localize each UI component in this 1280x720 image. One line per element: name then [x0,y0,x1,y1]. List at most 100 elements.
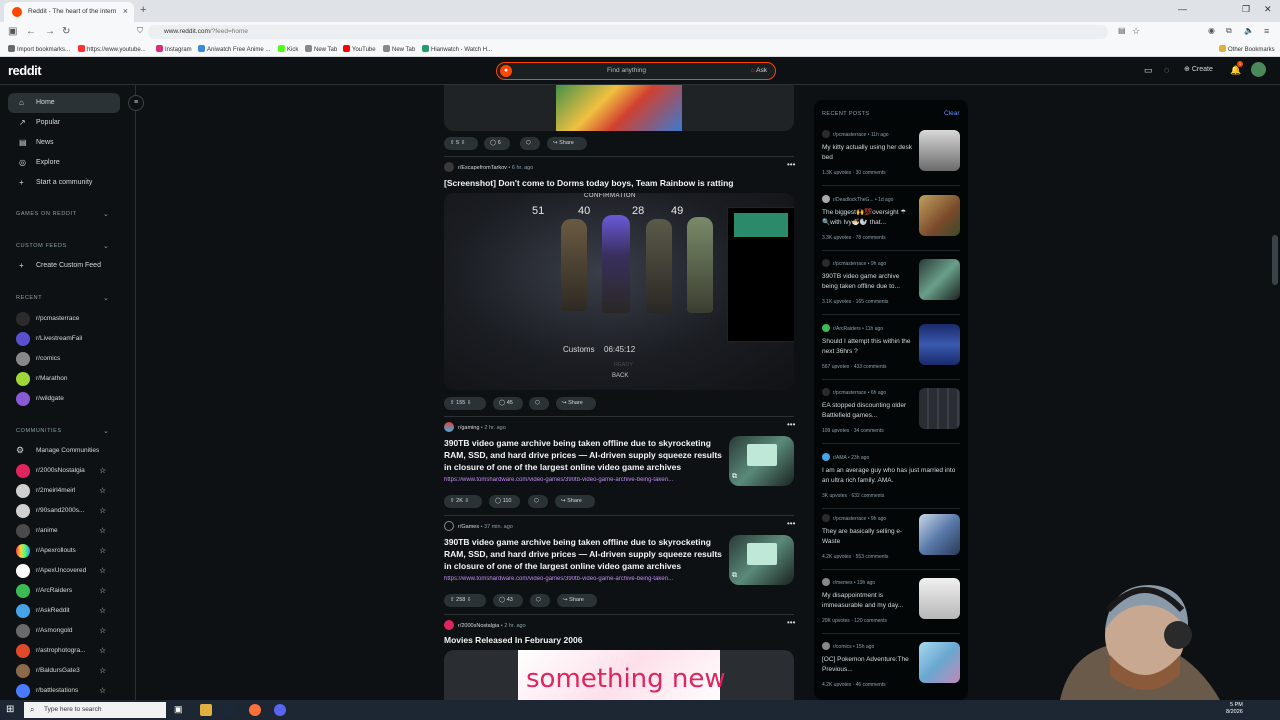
bookmark-star-icon[interactable]: ☆ [1132,26,1140,37]
sidebar-item-start-community[interactable]: + Start a community [8,173,120,193]
community-item[interactable]: r/BaldursGate3 ☆ [16,662,116,680]
user-avatar[interactable] [1251,62,1266,77]
recent-post-item[interactable]: r/pcmasterrace • 6h ago EA stopped disco… [814,386,968,450]
community-item[interactable]: r/ApexUncovered ☆ [16,562,116,580]
link-thumbnail[interactable]: ⧉ [729,436,794,486]
upvote-icon[interactable]: ⇧ [450,140,455,146]
star-icon[interactable]: ☆ [99,546,106,555]
recent-post-item[interactable]: r/AMA • 23h ago I am an average guy who … [814,451,968,515]
star-icon[interactable]: ☆ [99,586,106,595]
browser-tab[interactable]: Reddit - The heart of the intern × [4,2,134,22]
community-item[interactable]: r/astrophotogra... ☆ [16,642,116,660]
link-thumbnail[interactable]: ⧉ [729,535,794,585]
post-image[interactable]: something new [444,650,794,700]
sidebar-item-news[interactable]: ▤ News [8,133,120,153]
close-window-icon[interactable]: ✕ [1264,4,1272,15]
recent-post-item[interactable]: r/pcmasterrace • 9h ago They are basical… [814,512,968,576]
recent-post-item[interactable]: r/pcmasterrace • 9h ago 390TB video game… [814,257,968,321]
url-input[interactable]: www.reddit.com/?feed=home [148,25,1108,39]
recent-subreddit[interactable]: r/Marathon [16,370,116,388]
bookmark-item[interactable]: New Tab [383,45,415,53]
vote-buttons[interactable]: ⇧ 258 ⇩ [444,594,486,607]
windows-start-icon[interactable]: ⊞ [6,704,14,715]
vote-buttons[interactable]: ⇧ 5 ⇩ [444,137,478,150]
minimize-icon[interactable]: — [1178,4,1187,14]
post-title[interactable]: Movies Released In February 2006 [444,634,784,646]
chat-icon[interactable]: ◌ [1164,65,1169,75]
page-scrollbar[interactable] [1270,85,1280,700]
new-tab-button[interactable]: + [140,4,146,16]
bookmark-item[interactable]: https://www.youtube... [78,45,146,53]
award-button[interactable]: ⬡ [528,495,548,508]
task-view-icon[interactable]: ▣ [174,704,186,716]
shield-icon[interactable]: ⛉ [137,26,143,36]
forward-icon[interactable]: → [45,26,55,37]
award-button[interactable]: ⬡ [520,137,540,150]
star-icon[interactable]: ☆ [99,566,106,575]
bookmark-item[interactable]: YouTube [343,45,376,53]
comments-button[interactable]: ◯ 43 [493,594,523,607]
advertise-icon[interactable]: ▭ [1144,65,1153,76]
share-button[interactable]: ↪ Share [547,137,587,150]
star-icon[interactable]: ☆ [99,466,106,475]
community-item[interactable]: r/90sand2000s... ☆ [16,502,116,520]
downvote-icon[interactable]: ⇩ [461,140,466,146]
communities-section-header[interactable]: COMMUNITIES ⌄ [16,428,109,435]
manage-communities[interactable]: ⚙ Manage Communities [16,442,116,460]
star-icon[interactable]: ☆ [99,686,106,695]
account-icon[interactable]: ◉ [1208,26,1215,35]
vote-buttons[interactable]: ⇧ 2K ⇩ [444,495,482,508]
more-options-icon[interactable]: ••• [787,160,795,169]
search-bar[interactable]: ● Find anything ⌂ Ask [496,62,776,80]
create-custom-feed[interactable]: + Create Custom Feed [8,256,120,276]
community-item[interactable]: r/Apexrollouts ☆ [16,542,116,560]
award-button[interactable]: ⬡ [529,397,549,410]
downvote-icon[interactable]: ⇩ [467,597,472,603]
create-button[interactable]: ⊕ Create [1184,65,1213,73]
community-item[interactable]: r/2000sNostalgia ☆ [16,462,116,480]
post-image[interactable] [444,85,794,131]
recent-subreddit[interactable]: r/LivestreamFail [16,330,116,348]
system-clock[interactable]: 5 PM 8/2026 [1226,702,1243,716]
post-title[interactable]: 390TB video game archive being taken off… [444,536,726,572]
more-options-icon[interactable]: ••• [787,618,795,627]
ask-button[interactable]: ⌂ Ask [751,67,767,74]
back-label[interactable]: BACK [612,373,628,379]
comments-button[interactable]: ◯ 45 [493,397,523,410]
recent-post-item[interactable]: r/pcmasterrace • 11h ago My kitty actual… [814,128,968,192]
extensions-icon[interactable]: ⧉ [1226,26,1232,36]
firefox-icon[interactable] [249,704,261,716]
star-icon[interactable]: ☆ [99,666,106,675]
post-title[interactable]: [Screenshot] Don't come to Dorms today b… [444,177,784,189]
more-options-icon[interactable]: ••• [787,420,795,429]
close-tab-icon[interactable]: × [123,6,128,16]
other-bookmarks[interactable]: Other Bookmarks [1219,45,1275,53]
recent-subreddit[interactable]: r/wildgate [16,390,116,408]
bookmark-item[interactable]: Instagram [156,45,192,53]
recent-subreddit[interactable]: r/pcmasterrace [16,310,116,328]
recent-section-header[interactable]: RECENT ⌄ [16,295,109,302]
sidebar-item-explore[interactable]: ◎ Explore [8,153,120,173]
bookmark-item[interactable]: New Tab [305,45,337,53]
downvote-icon[interactable]: ⇩ [464,498,469,504]
subreddit-link[interactable]: r/Games [458,524,479,530]
volume-icon[interactable]: 🔈 [1244,26,1254,35]
sidebar-item-popular[interactable]: ↗ Popular [8,113,120,133]
recent-post-item[interactable]: r/memes • 19h ago My disappointment is i… [814,576,968,640]
bookmark-item[interactable]: Aniwatch Free Anime ... [198,45,270,53]
star-icon[interactable]: ☆ [99,646,106,655]
star-icon[interactable]: ☆ [99,626,106,635]
steam-icon[interactable] [224,704,236,716]
community-item[interactable]: r/anime ☆ [16,522,116,540]
community-item[interactable]: r/2meirl4meirl ☆ [16,482,116,500]
games-section-header[interactable]: GAMES ON REDDIT ⌄ [16,211,109,218]
recent-post-item[interactable]: r/comics • 15h ago [OC] Pokemon Adventur… [814,640,968,700]
recent-post-item[interactable]: r/DeadlockTheG... • 1d ago The biggest🙌💯… [814,193,968,257]
file-explorer-icon[interactable] [200,704,212,716]
comments-button[interactable]: ◯ 6 [484,137,510,150]
bookmark-item[interactable]: Kick [278,45,298,53]
star-icon[interactable]: ☆ [99,526,106,535]
clear-button[interactable]: Clear [944,110,960,117]
back-icon[interactable]: ← [26,26,36,37]
community-item[interactable]: r/AskReddit ☆ [16,602,116,620]
